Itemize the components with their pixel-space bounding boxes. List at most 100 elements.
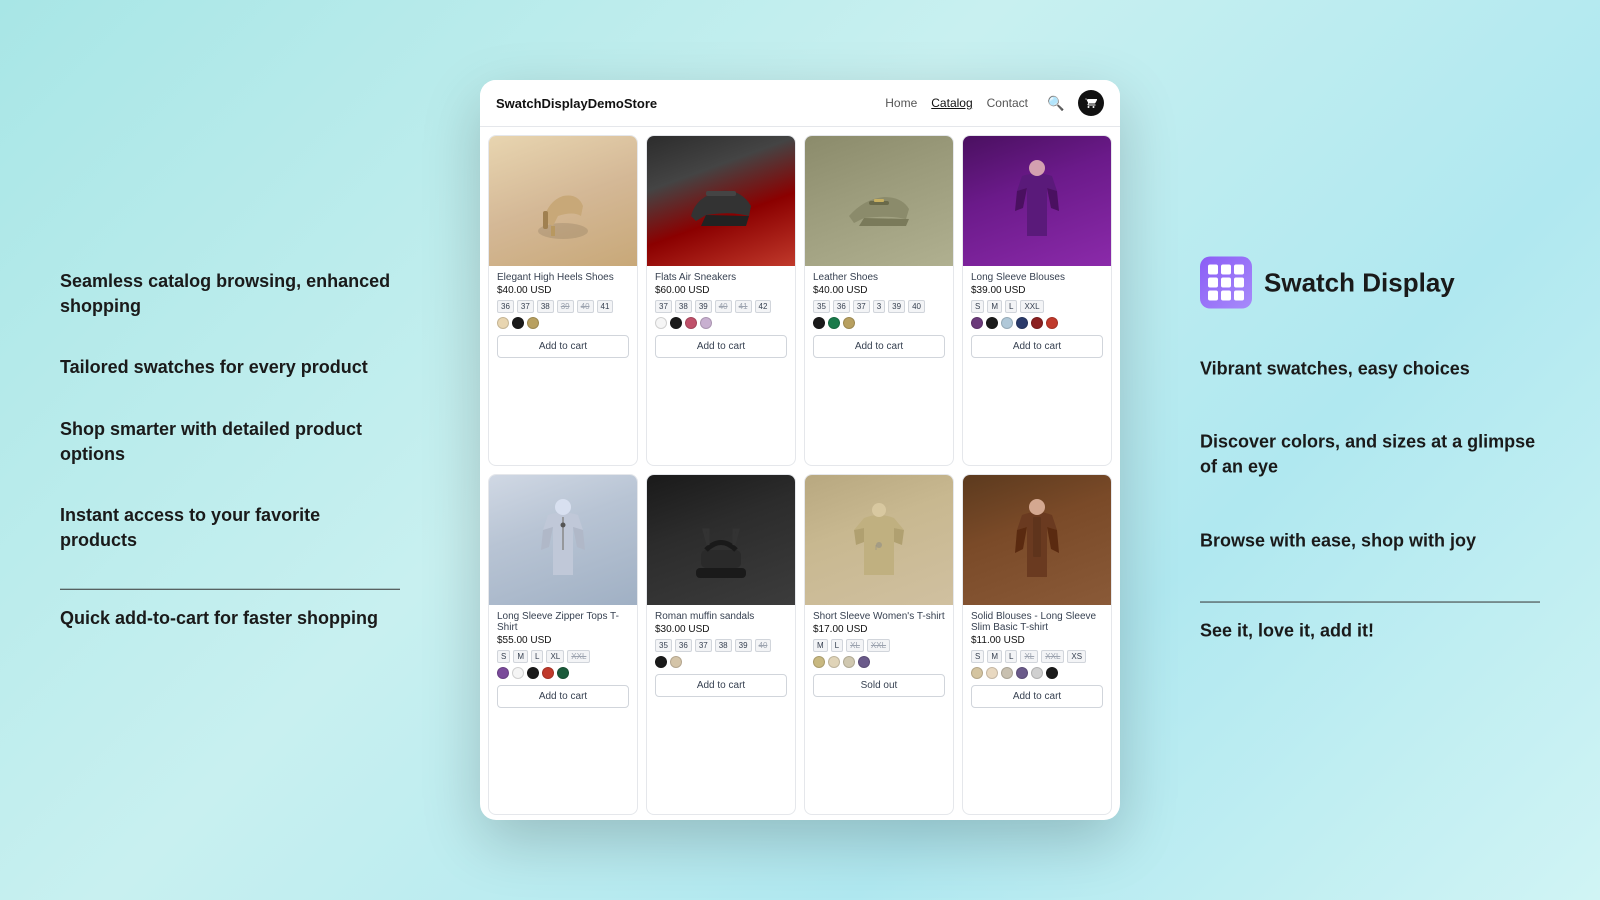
size-tag[interactable]: 39 — [888, 300, 905, 313]
sold-out-tshirt[interactable]: Sold out — [813, 674, 945, 697]
color-swatch[interactable] — [670, 317, 682, 329]
size-tag[interactable]: XS — [1067, 650, 1086, 663]
size-tag[interactable]: M — [513, 650, 528, 663]
size-tag[interactable]: 40 — [577, 300, 594, 313]
size-tag[interactable]: S — [497, 650, 510, 663]
blouse-svg — [1007, 156, 1067, 246]
size-tag[interactable]: L — [531, 650, 543, 663]
product-image-loafers — [805, 136, 953, 266]
size-tag[interactable]: XXL — [1020, 300, 1043, 313]
color-swatch[interactable] — [813, 656, 825, 668]
size-tag[interactable]: 37 — [695, 639, 712, 652]
color-swatch[interactable] — [670, 656, 682, 668]
product-card-tshirt: Short Sleeve Women's T-shirt $17.00 USD … — [804, 474, 954, 816]
size-tag[interactable]: 40 — [715, 300, 732, 313]
size-tag[interactable]: XXL — [867, 639, 890, 652]
size-tag[interactable]: 36 — [497, 300, 514, 313]
swatches-zipper — [497, 667, 629, 679]
size-tag[interactable]: XL — [1020, 650, 1038, 663]
size-tag[interactable]: M — [987, 650, 1002, 663]
size-tag[interactable]: 35 — [655, 639, 672, 652]
add-to-cart-solid-blouse[interactable]: Add to cart — [971, 685, 1103, 708]
size-tag[interactable]: M — [987, 300, 1002, 313]
size-tag[interactable]: L — [1005, 300, 1017, 313]
size-tag[interactable]: XL — [846, 639, 864, 652]
size-tag[interactable]: XXL — [1041, 650, 1064, 663]
zipper-svg — [533, 495, 593, 585]
size-tag[interactable]: 38 — [715, 639, 732, 652]
size-tag[interactable]: 3 — [873, 300, 885, 313]
color-swatch[interactable] — [1046, 317, 1058, 329]
size-tag[interactable]: 40 — [755, 639, 772, 652]
color-swatch[interactable] — [1046, 667, 1058, 679]
color-swatch[interactable] — [700, 317, 712, 329]
size-tag[interactable]: XL — [546, 650, 564, 663]
color-swatch[interactable] — [1016, 667, 1028, 679]
swatches-tshirt — [813, 656, 945, 668]
size-tag[interactable]: 36 — [833, 300, 850, 313]
size-tag[interactable]: 41 — [735, 300, 752, 313]
header-icons: 🔍 — [1044, 90, 1104, 116]
size-tag[interactable]: XXL — [567, 650, 590, 663]
color-swatch[interactable] — [655, 656, 667, 668]
size-tag[interactable]: 39 — [695, 300, 712, 313]
size-tag[interactable]: L — [831, 639, 843, 652]
color-swatch[interactable] — [1001, 317, 1013, 329]
color-swatch[interactable] — [858, 656, 870, 668]
add-to-cart-sneakers[interactable]: Add to cart — [655, 335, 787, 358]
add-to-cart-blouse[interactable]: Add to cart — [971, 335, 1103, 358]
product-price-zipper: $55.00 USD — [497, 635, 629, 646]
color-swatch[interactable] — [843, 656, 855, 668]
size-tag[interactable]: 38 — [675, 300, 692, 313]
color-swatch[interactable] — [1016, 317, 1028, 329]
color-swatch[interactable] — [828, 656, 840, 668]
size-tag[interactable]: 37 — [853, 300, 870, 313]
color-swatch[interactable] — [527, 667, 539, 679]
color-swatch[interactable] — [542, 667, 554, 679]
search-icon[interactable]: 🔍 — [1044, 91, 1068, 115]
size-tag[interactable]: S — [971, 300, 984, 313]
color-swatch[interactable] — [1001, 667, 1013, 679]
nav-home[interactable]: Home — [885, 96, 917, 110]
color-swatch[interactable] — [986, 317, 998, 329]
size-tag[interactable]: S — [971, 650, 984, 663]
color-swatch[interactable] — [497, 667, 509, 679]
size-tag[interactable]: 42 — [755, 300, 772, 313]
color-swatch[interactable] — [971, 317, 983, 329]
add-to-cart-heels[interactable]: Add to cart — [497, 335, 629, 358]
size-tag[interactable]: 40 — [908, 300, 925, 313]
color-swatch[interactable] — [1031, 667, 1043, 679]
size-tag[interactable]: M — [813, 639, 828, 652]
nav-catalog[interactable]: Catalog — [931, 96, 972, 110]
size-tag[interactable]: 36 — [675, 639, 692, 652]
add-to-cart-sandals[interactable]: Add to cart — [655, 674, 787, 697]
color-swatch[interactable] — [512, 667, 524, 679]
size-tag[interactable]: L — [1005, 650, 1017, 663]
color-swatch[interactable] — [986, 667, 998, 679]
cart-icon[interactable] — [1078, 90, 1104, 116]
color-swatch[interactable] — [813, 317, 825, 329]
size-tag[interactable]: 39 — [735, 639, 752, 652]
sizes-heels: 36 37 38 39 40 41 — [497, 300, 629, 313]
size-tag[interactable]: 35 — [813, 300, 830, 313]
color-swatch[interactable] — [1031, 317, 1043, 329]
size-tag[interactable]: 37 — [655, 300, 672, 313]
size-tag[interactable]: 38 — [537, 300, 554, 313]
size-tag[interactable]: 41 — [597, 300, 614, 313]
color-swatch[interactable] — [557, 667, 569, 679]
size-tag[interactable]: 37 — [517, 300, 534, 313]
swatches-blouse — [971, 317, 1103, 329]
color-swatch[interactable] — [512, 317, 524, 329]
color-swatch[interactable] — [828, 317, 840, 329]
color-swatch[interactable] — [685, 317, 697, 329]
size-tag[interactable]: 39 — [557, 300, 574, 313]
color-swatch[interactable] — [655, 317, 667, 329]
add-to-cart-zipper[interactable]: Add to cart — [497, 685, 629, 708]
color-swatch[interactable] — [971, 667, 983, 679]
color-swatch[interactable] — [843, 317, 855, 329]
add-to-cart-loafers[interactable]: Add to cart — [813, 335, 945, 358]
color-swatch[interactable] — [527, 317, 539, 329]
nav-contact[interactable]: Contact — [987, 96, 1028, 110]
color-swatch[interactable] — [497, 317, 509, 329]
left-feature-3: Shop smarter with detailed product optio… — [60, 416, 400, 466]
